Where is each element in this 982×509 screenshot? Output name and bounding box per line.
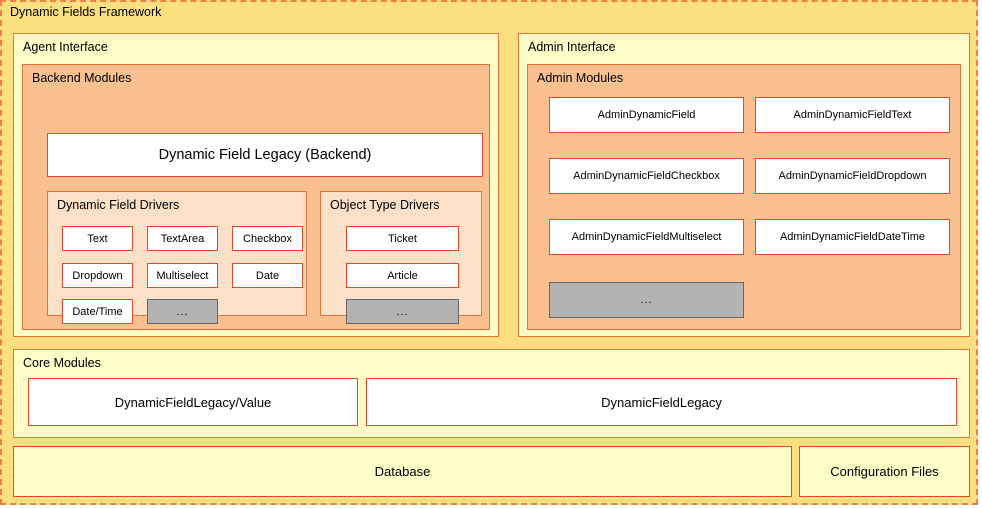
driver-checkbox[interactable]: Checkbox bbox=[232, 226, 303, 251]
driver-more-placeholder[interactable]: ... bbox=[147, 299, 218, 324]
framework-title: Dynamic Fields Framework bbox=[10, 5, 162, 19]
driver-date[interactable]: Date bbox=[232, 263, 303, 288]
configuration-files-box[interactable]: Configuration Files bbox=[799, 446, 970, 497]
admin-module-dynamic-field-multiselect[interactable]: AdminDynamicFieldMultiselect bbox=[549, 219, 744, 255]
admin-interface-panel: Admin Interface Admin Modules AdminDynam… bbox=[518, 33, 970, 337]
object-type-article[interactable]: Article bbox=[346, 263, 459, 288]
object-type-drivers-panel: Object Type Drivers Ticket Article ... bbox=[320, 191, 482, 324]
driver-date-time[interactable]: Date/Time bbox=[62, 299, 133, 324]
admin-interface-title: Admin Interface bbox=[528, 40, 616, 54]
driver-multiselect[interactable]: Multiselect bbox=[147, 263, 218, 288]
database-box[interactable]: Database bbox=[13, 446, 792, 497]
object-type-ticket[interactable]: Ticket bbox=[346, 226, 459, 251]
admin-modules-panel: Admin Modules AdminDynamicField AdminDyn… bbox=[527, 64, 961, 330]
backend-modules-panel: Backend Modules Dynamic Field Legacy (Ba… bbox=[22, 64, 490, 330]
module-dynamic-field-legacy-backend[interactable]: Dynamic Field Legacy (Backend) bbox=[47, 133, 483, 177]
agent-interface-title: Agent Interface bbox=[23, 40, 108, 54]
dynamic-field-drivers-title: Dynamic Field Drivers bbox=[57, 198, 180, 212]
core-module-dynamic-field-legacy[interactable]: DynamicFieldLegacy bbox=[366, 378, 957, 426]
admin-module-more-placeholder[interactable]: ... bbox=[549, 282, 744, 318]
dynamic-fields-framework: Dynamic Fields Framework Agent Interface… bbox=[0, 0, 978, 505]
agent-interface-panel: Agent Interface Backend Modules Dynamic … bbox=[13, 33, 499, 337]
dynamic-field-drivers-panel: Dynamic Field Drivers Text TextArea Chec… bbox=[47, 191, 307, 324]
object-type-more-placeholder[interactable]: ... bbox=[346, 299, 459, 324]
core-modules-panel: Core Modules DynamicFieldLegacy/Value Dy… bbox=[13, 349, 970, 438]
core-modules-title: Core Modules bbox=[23, 356, 101, 370]
driver-dropdown[interactable]: Dropdown bbox=[62, 263, 133, 288]
admin-modules-title: Admin Modules bbox=[537, 71, 624, 85]
admin-module-dynamic-field-text[interactable]: AdminDynamicFieldText bbox=[755, 97, 950, 133]
object-type-drivers-title: Object Type Drivers bbox=[330, 198, 440, 212]
admin-module-dynamic-field-dropdown[interactable]: AdminDynamicFieldDropdown bbox=[755, 158, 950, 194]
driver-text[interactable]: Text bbox=[62, 226, 133, 251]
admin-module-dynamic-field[interactable]: AdminDynamicField bbox=[549, 97, 744, 133]
admin-module-dynamic-field-checkbox[interactable]: AdminDynamicFieldCheckbox bbox=[549, 158, 744, 194]
core-module-dynamic-field-legacy-value[interactable]: DynamicFieldLegacy/Value bbox=[28, 378, 358, 426]
backend-modules-title: Backend Modules bbox=[32, 71, 132, 85]
admin-module-dynamic-field-datetime[interactable]: AdminDynamicFieldDateTime bbox=[755, 219, 950, 255]
driver-textarea[interactable]: TextArea bbox=[147, 226, 218, 251]
